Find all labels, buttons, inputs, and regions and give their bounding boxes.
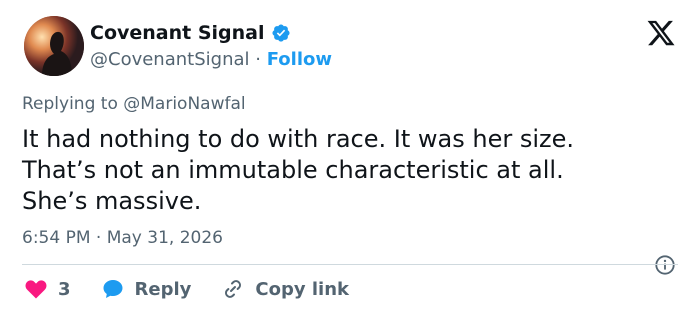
replying-to: Replying to @MarioNawfal <box>22 94 246 114</box>
reply-bubble-icon <box>103 280 123 298</box>
separator: · <box>255 49 261 70</box>
verified-badge-icon <box>271 24 290 42</box>
follow-button[interactable]: Follow <box>267 49 332 70</box>
replying-to-prefix: Replying to <box>22 94 118 114</box>
tweet-timestamp[interactable]: 6:54 PM · May 31, 2026 <box>22 228 223 248</box>
avatar[interactable] <box>24 16 84 76</box>
tweet-text: It had nothing to do with race. It was h… <box>22 125 574 215</box>
link-icon <box>225 280 242 298</box>
handle-row: @CovenantSignal · Follow <box>90 49 332 70</box>
reply-mention-link[interactable]: @MarioNawfal <box>123 94 245 114</box>
meta-separator: · <box>95 228 102 248</box>
reply-button[interactable]: Reply <box>101 277 192 301</box>
heart-icon <box>25 280 47 299</box>
divider <box>22 264 678 265</box>
tweet-date: May 31, 2026 <box>106 228 223 248</box>
x-logo-icon[interactable] <box>646 18 676 48</box>
copy-link-label: Copy link <box>255 278 349 300</box>
author-name-row: Covenant Signal <box>90 22 291 44</box>
like-count: 3 <box>58 278 71 300</box>
display-name[interactable]: Covenant Signal <box>90 22 265 44</box>
copy-link-button[interactable]: Copy link <box>221 277 349 301</box>
handle[interactable]: @CovenantSignal <box>90 49 250 70</box>
reply-label: Reply <box>134 278 192 300</box>
info-icon[interactable] <box>654 254 676 276</box>
like-button[interactable]: 3 <box>24 277 71 301</box>
action-bar: 3 Reply Copy link <box>24 277 379 301</box>
tweet-time: 6:54 PM <box>22 228 91 248</box>
